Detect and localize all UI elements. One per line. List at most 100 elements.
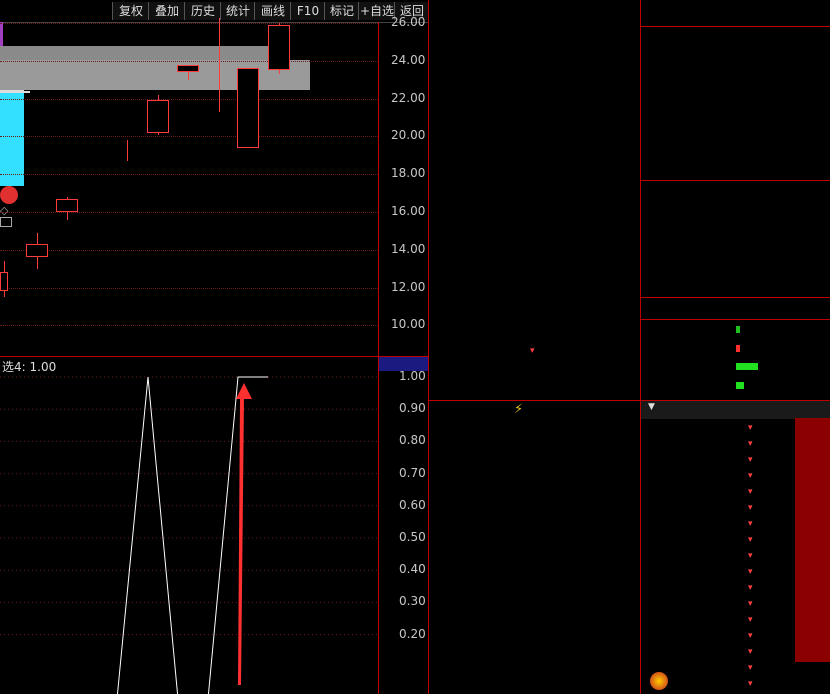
tick-direction-icon: ▾: [748, 598, 753, 608]
price-gridline: [0, 174, 378, 176]
tick-row: ▾: [644, 515, 830, 531]
price-tick-label: 10.00: [391, 317, 426, 332]
indicator-axis: 1.00 0.90 0.80 0.70 0.60 0.50 0.40 0.30 0.20: [379, 357, 428, 694]
order-sell-row: [432, 55, 638, 72]
candle-body[interactable]: [268, 24, 290, 71]
tick-direction-icon: ▾: [748, 566, 753, 576]
price-zone-upper: [0, 60, 310, 90]
tick-direction-icon: ▾: [748, 614, 753, 624]
candle-body[interactable]: [237, 68, 259, 148]
indicator-tick-label: 0.40: [399, 562, 426, 577]
buy-average-row: [432, 381, 638, 398]
tick-direction-icon: ▾: [748, 630, 753, 640]
tick-row: ▾: [644, 675, 830, 691]
price-tick-label: 16.00: [391, 204, 426, 218]
order-sell-row: [432, 3, 638, 20]
order-buy-row: [432, 182, 638, 199]
quote-row: [644, 258, 830, 276]
toolbar-button-4[interactable]: 画线: [254, 2, 291, 20]
price-gridline: [0, 136, 378, 138]
event-marker-badge[interactable]: [0, 186, 18, 205]
price-gridline: [0, 23, 378, 24]
toolbar-button-3[interactable]: 统计: [220, 2, 255, 20]
flow-bar: [736, 363, 758, 371]
toolbar-button-6[interactable]: 标记: [324, 2, 359, 20]
candle-body[interactable]: [147, 100, 169, 133]
order-buy-row: [432, 307, 638, 324]
indicator-tick-label: 0.20: [399, 626, 426, 641]
indicator-chart[interactable]: [0, 357, 378, 694]
quote-divider: [641, 180, 830, 181]
flow-bar: [736, 381, 744, 389]
tick-row: ▾: [644, 579, 830, 595]
price-tick-label: 22.00: [391, 90, 426, 105]
tick-direction-icon: ▾: [748, 550, 753, 560]
watermark-logo: [650, 672, 668, 690]
quote-row: [644, 160, 830, 178]
quote-row: [644, 84, 830, 102]
quote-row: [644, 221, 830, 239]
orderbook-divider: [428, 400, 640, 401]
toolbar-button-7[interactable]: +自选: [358, 2, 395, 20]
candle-wick: [219, 18, 220, 112]
tick-row: ▾: [644, 419, 830, 435]
order-sell-row: [432, 37, 638, 54]
price-zone-upper-bar: [0, 46, 280, 60]
candle-body[interactable]: [26, 244, 48, 258]
order-sell-row: [432, 158, 638, 175]
tick-row: ▾: [644, 659, 830, 675]
tick-row: ▾: [644, 499, 830, 515]
toolbar-button-1[interactable]: 叠加: [148, 2, 185, 20]
toolbar-button-0[interactable]: 复权: [112, 2, 149, 20]
quote-divider: [641, 26, 830, 27]
candlestick-chart[interactable]: ◇: [0, 18, 378, 356]
indicator-tick-label: 0.80: [399, 433, 426, 448]
tick-row: ▾: [644, 643, 830, 659]
collapse-icon[interactable]: ▼: [648, 402, 655, 412]
price-tick-label: 18.00: [391, 166, 426, 181]
candle-body[interactable]: [56, 198, 78, 212]
order-buy-row: [432, 235, 638, 252]
sell-average-row: [432, 364, 638, 381]
quote-row: [644, 47, 830, 65]
tick-direction-icon: ▾: [748, 422, 753, 432]
order-buy-row: [432, 253, 638, 270]
indicator-tick-label: 0.30: [399, 594, 426, 609]
order-buy-row: [432, 200, 638, 217]
candle-wick: [127, 140, 128, 161]
price-tick-label: 26.00: [391, 15, 426, 29]
candle-body[interactable]: [177, 64, 199, 73]
order-sell-row: [432, 72, 638, 89]
chart-toolbar: 复权 叠加 历史 统计 画线 F10 标记 +自选 返回: [0, 0, 429, 23]
tick-direction-icon: ▾: [748, 662, 753, 672]
flow-bar: [736, 344, 740, 352]
candle-body[interactable]: [0, 272, 8, 292]
price-gridline: [0, 98, 378, 100]
price-gridline: [0, 60, 378, 62]
tick-row: ▾: [644, 563, 830, 579]
toolbar-button-5[interactable]: F10: [290, 2, 325, 20]
panel-divider: [428, 0, 429, 694]
tick-direction-icon: ▾: [748, 646, 753, 656]
price-tick-label: 20.00: [391, 128, 426, 143]
tick-row: ▾: [644, 483, 830, 499]
quote-divider: [641, 319, 830, 320]
tick-row: ▾: [644, 547, 830, 563]
candle-body-limit[interactable]: [0, 93, 24, 187]
tick-row: ▾: [644, 531, 830, 547]
quote-row: [644, 66, 830, 84]
price-gridline: [0, 287, 378, 289]
indicator-tick-label: 0.70: [399, 465, 426, 480]
tick-row: ▾: [644, 611, 830, 627]
quote-row: [644, 202, 830, 220]
order-sell-row: [432, 141, 638, 158]
tick-header: [641, 400, 830, 419]
tick-row: ▾: [644, 595, 830, 611]
toolbar-button-2[interactable]: 历史: [184, 2, 221, 20]
indicator-tick-label: 0.50: [399, 530, 426, 544]
panel-toggle-icon[interactable]: [0, 217, 12, 228]
tick-row: ▾: [644, 467, 830, 483]
order-buy-row: [432, 324, 638, 341]
tick-direction-icon: ▾: [748, 534, 753, 544]
order-sell-row: [432, 123, 638, 140]
